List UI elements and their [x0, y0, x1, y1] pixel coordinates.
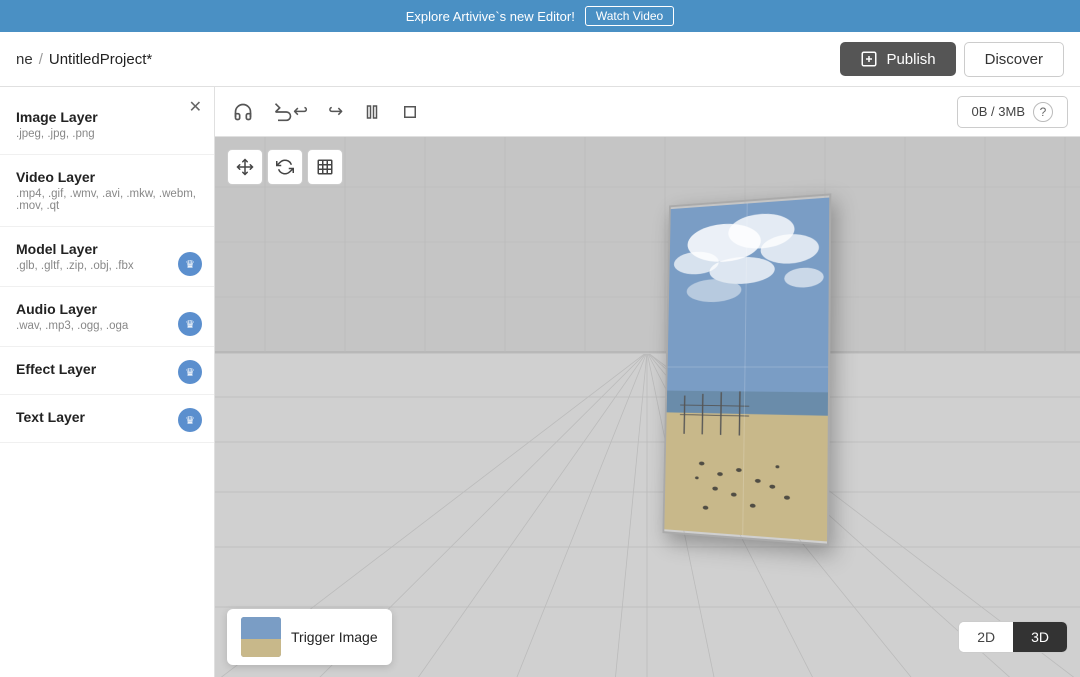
project-name: UntitledProject*: [49, 51, 152, 68]
stop-button[interactable]: [395, 99, 425, 125]
watch-video-button[interactable]: Watch Video: [585, 6, 674, 26]
layer-item-model[interactable]: Model Layer .glb, .gltf, .zip, .obj, .fb…: [0, 227, 214, 287]
help-button[interactable]: ?: [1033, 102, 1053, 122]
sidebar: ✕ Image Layer .jpeg, .jpg, .png Video La…: [0, 87, 215, 677]
undo-button[interactable]: ↩: [267, 97, 314, 126]
move-icon: [236, 158, 254, 176]
headphones-icon: [233, 102, 253, 122]
main-layout: ✕ Image Layer .jpeg, .jpg, .png Video La…: [0, 87, 1080, 677]
layer-title-model: Model Layer: [16, 241, 198, 257]
banner-text: Explore Artivive`s new Editor!: [406, 9, 575, 24]
pause-button[interactable]: [357, 99, 387, 125]
layer-exts-audio: .wav, .mp3, .ogg, .oga: [16, 320, 198, 332]
layer-item-image[interactable]: Image Layer .jpeg, .jpg, .png: [0, 95, 214, 155]
view-2d-button[interactable]: 2D: [959, 622, 1013, 652]
text-crown-icon: ♛: [178, 408, 202, 432]
home-link[interactable]: ne: [16, 51, 33, 68]
trigger-label: Trigger Image: [291, 629, 378, 645]
rotate-icon: [276, 158, 294, 176]
audio-crown-icon: ♛: [178, 312, 202, 336]
main-header: ne / UntitledProject* Publish Discover: [0, 32, 1080, 87]
grid-floor: [215, 137, 1080, 677]
canvas-3d[interactable]: Trigger Image 2D 3D: [215, 137, 1080, 677]
layer-item-effect[interactable]: Effect Layer ♛: [0, 347, 214, 395]
storage-badge: 0B / 3MB ?: [957, 96, 1068, 128]
undo-icon: [273, 102, 293, 122]
transform-toolbar: [227, 149, 343, 185]
top-banner: Explore Artivive`s new Editor! Watch Vid…: [0, 0, 1080, 32]
layer-title-audio: Audio Layer: [16, 301, 198, 317]
storage-label: 0B / 3MB: [972, 104, 1025, 119]
header-breadcrumb: ne / UntitledProject*: [16, 51, 152, 68]
layer-title-text: Text Layer: [16, 409, 198, 425]
headphones-button[interactable]: [227, 98, 259, 126]
scale-icon: [316, 158, 334, 176]
model-crown-icon: ♛: [178, 252, 202, 276]
move-button[interactable]: [227, 149, 263, 185]
layer-item-text[interactable]: Text Layer ♛: [0, 395, 214, 443]
toolbar-left: ↩ ↪: [227, 97, 425, 126]
layer-title-image: Image Layer: [16, 109, 198, 125]
view-3d-button[interactable]: 3D: [1013, 622, 1067, 652]
layer-title-video: Video Layer: [16, 169, 198, 185]
layer-exts-video: .mp4, .gif, .wmv, .avi, .mkw, .webm,.mov…: [16, 188, 198, 212]
canvas-area: ↩ ↪ 0B / 3MB ?: [215, 87, 1080, 677]
publish-button[interactable]: Publish: [840, 42, 955, 76]
canvas-toolbar: ↩ ↪ 0B / 3MB ?: [215, 87, 1080, 137]
toolbar-right: 0B / 3MB ?: [957, 96, 1068, 128]
discover-button[interactable]: Discover: [964, 42, 1064, 77]
bottom-bar: Trigger Image 2D 3D: [227, 609, 1068, 665]
layer-exts-image: .jpeg, .jpg, .png: [16, 128, 198, 140]
stop-icon: [401, 103, 419, 121]
trigger-thumb-svg: [241, 617, 281, 657]
rotate-button[interactable]: [267, 149, 303, 185]
redo-button[interactable]: ↪: [322, 97, 349, 126]
layer-title-effect: Effect Layer: [16, 361, 198, 377]
view-toggle: 2D 3D: [958, 621, 1068, 653]
layer-item-video[interactable]: Video Layer .mp4, .gif, .wmv, .avi, .mkw…: [0, 155, 214, 227]
3d-image-svg: [664, 196, 829, 544]
trigger-image-box[interactable]: Trigger Image: [227, 609, 392, 665]
header-actions: Publish Discover: [840, 42, 1064, 77]
publish-label: Publish: [886, 51, 935, 68]
breadcrumb-separator: /: [39, 51, 43, 68]
effect-crown-icon: ♛: [178, 360, 202, 384]
layer-item-audio[interactable]: Audio Layer .wav, .mp3, .ogg, .oga ♛: [0, 287, 214, 347]
layer-exts-model: .glb, .gltf, .zip, .obj, .fbx: [16, 260, 198, 272]
pause-icon: [363, 103, 381, 121]
publish-icon: [860, 50, 878, 68]
trigger-thumbnail: [241, 617, 281, 657]
scale-button[interactable]: [307, 149, 343, 185]
3d-image-card[interactable]: [662, 193, 831, 546]
